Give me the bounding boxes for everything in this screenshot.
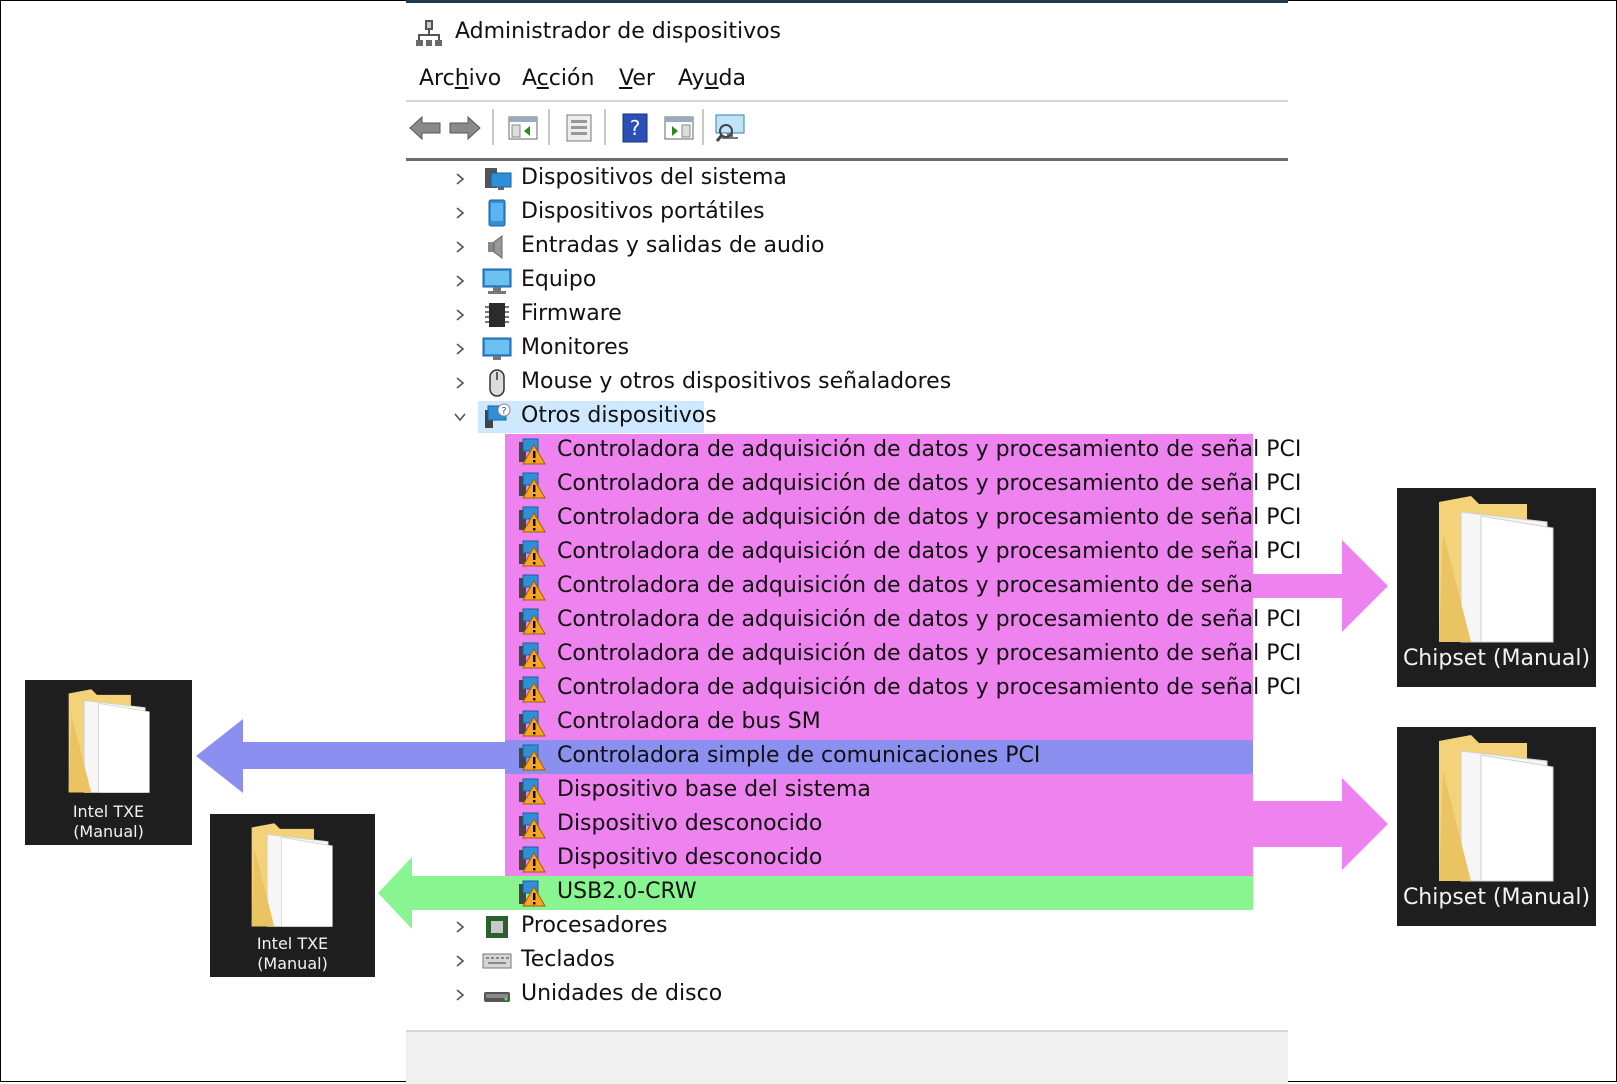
green-arrow-left [378,857,505,929]
green-arrow-left-shape [378,857,505,929]
